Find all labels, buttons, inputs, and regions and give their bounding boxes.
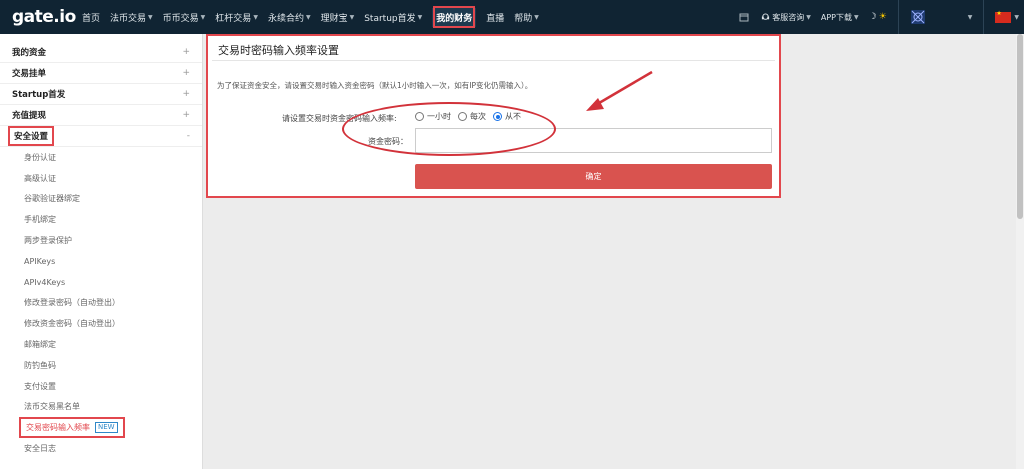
page-scrollbar[interactable]: [1016, 34, 1024, 469]
caret-down-icon: ▼: [200, 13, 206, 21]
sidebar-item-apikeys[interactable]: APIKeys: [0, 251, 202, 272]
language-selector[interactable]: ▼: [990, 10, 1024, 23]
annotation-arrow-icon: [586, 70, 653, 111]
nav-spot-trade[interactable]: 币币交易 ▼: [158, 0, 211, 34]
nav-perpetual[interactable]: 永续合约 ▼: [263, 0, 316, 34]
sidebar-item-change-login-password[interactable]: 修改登录密码（自动登出）: [0, 293, 202, 314]
sidebar-section-startup[interactable]: Startup首发 +: [0, 84, 202, 105]
calendar-icon[interactable]: [734, 12, 756, 22]
caret-down-icon: ▼: [349, 13, 355, 21]
user-menu-caret[interactable]: ▼: [963, 14, 978, 21]
user-avatar-icon[interactable]: [905, 9, 933, 25]
sidebar-item-two-step-login[interactable]: 两步登录保护: [0, 230, 202, 251]
sidebar-section-security[interactable]: 安全设置 -: [0, 126, 202, 147]
confirm-button[interactable]: 确定: [415, 164, 772, 189]
sidebar-item-trade-password-frequency[interactable]: 交易密码输入频率 NEW: [0, 417, 202, 439]
caret-down-icon: ▼: [253, 13, 258, 21]
sidebar-section-orders[interactable]: 交易挂单 +: [0, 63, 202, 84]
divider: [212, 60, 775, 61]
sidebar-section-label: 安全设置: [7, 126, 55, 146]
caret-down-icon: ▼: [534, 13, 539, 21]
sun-icon: ☀: [878, 12, 887, 22]
sidebar-item-label: 交易密码输入频率: [26, 423, 90, 433]
headset-icon: [762, 12, 770, 20]
sidebar-section-label: 交易挂单: [12, 69, 47, 79]
top-navbar: gate.io 首页 法币交易 ▼ 币币交易 ▼ 杠杆交易 ▼ 永续合约 ▼ 理财宝 ▼ …: [0, 0, 1024, 34]
caret-down-icon: ▼: [417, 13, 423, 21]
nav-margin-trade[interactable]: 杠杆交易 ▼: [210, 0, 263, 34]
panel-title: 交易时密码输入频率设置: [218, 44, 339, 57]
sidebar-section-label: 我的资金: [12, 48, 47, 58]
new-badge: NEW: [95, 422, 118, 434]
sidebar-section-my-funds[interactable]: 我的资金 +: [0, 42, 202, 63]
header-tools: 客服咨询▼ APP下载▼ ☽ ☀ ▼ ▼: [734, 0, 1024, 34]
plus-icon: +: [182, 68, 190, 78]
sidebar-item-advanced-verification[interactable]: 高级认证: [0, 168, 202, 189]
divider: [983, 0, 985, 34]
caret-down-icon: ▼: [853, 13, 859, 21]
china-flag-icon: [995, 10, 1012, 23]
sidebar-item-google-auth[interactable]: 谷歌验证器绑定: [0, 189, 202, 210]
nav-fiat-trade[interactable]: 法币交易 ▼: [105, 0, 158, 34]
moon-icon: ☽: [868, 12, 877, 22]
caret-down-icon: ▼: [806, 13, 811, 21]
minus-icon: -: [186, 131, 190, 141]
sidebar-item-anti-phishing[interactable]: 防钓鱼码: [0, 355, 202, 376]
sidebar-item-payment[interactable]: 支付设置: [0, 376, 202, 397]
caret-down-icon: ▼: [967, 13, 973, 21]
gateio-logo[interactable]: gate.io: [12, 7, 76, 27]
plus-icon: +: [182, 110, 190, 120]
sidebar-item-phone[interactable]: 手机绑定: [0, 209, 202, 230]
plus-icon: +: [182, 89, 190, 99]
nav-my-finance[interactable]: 我的财务: [427, 0, 481, 34]
sidebar: 我的资金 + 交易挂单 + Startup首发 + 充值提现 + 安全设置 - 身份认证 …: [0, 34, 203, 469]
main-nav: 首页 法币交易 ▼ 币币交易 ▼ 杠杆交易 ▼ 永续合约 ▼ 理财宝 ▼ Startup首…: [77, 0, 544, 34]
sidebar-section-deposit-withdraw[interactable]: 充值提现 +: [0, 105, 202, 126]
divider: [897, 0, 899, 34]
sidebar-section-label: 充值提现: [12, 111, 47, 121]
scrollbar-thumb[interactable]: [1017, 34, 1023, 219]
nav-wealth[interactable]: 理财宝 ▼: [316, 0, 360, 34]
caret-down-icon: ▼: [1014, 13, 1019, 21]
sidebar-item-change-fund-password[interactable]: 修改资金密码（自动登出）: [0, 313, 202, 334]
sidebar-section-label: Startup首发: [12, 90, 66, 100]
sidebar-item-apiv4keys[interactable]: APIv4Keys: [0, 272, 202, 293]
plus-icon: +: [182, 47, 190, 57]
caret-down-icon: ▼: [305, 13, 311, 21]
caret-down-icon: ▼: [148, 13, 153, 21]
support-menu[interactable]: 客服咨询 ▼: [756, 12, 816, 23]
theme-toggle[interactable]: ☽ ☀: [864, 12, 892, 22]
app-download-menu[interactable]: APP下载 ▼: [816, 12, 864, 23]
nav-home[interactable]: 首页: [77, 0, 105, 34]
nav-startup[interactable]: Startup首发 ▼: [359, 0, 427, 34]
sidebar-item-identity[interactable]: 身份认证: [0, 147, 202, 168]
sidebar-item-email[interactable]: 邮箱绑定: [0, 334, 202, 355]
sidebar-item-security-log[interactable]: 安全日志: [0, 438, 202, 459]
nav-help[interactable]: 帮助 ▼: [509, 0, 544, 34]
panel-description: 为了保证资金安全，请设置交易时输入资金密码（默认1小时输入一次，如有IP变化仍需…: [217, 81, 533, 90]
annotation-ellipse: [342, 102, 556, 156]
sidebar-item-fiat-blacklist[interactable]: 法币交易黑名单: [0, 397, 202, 418]
nav-live[interactable]: 直播: [481, 0, 509, 34]
